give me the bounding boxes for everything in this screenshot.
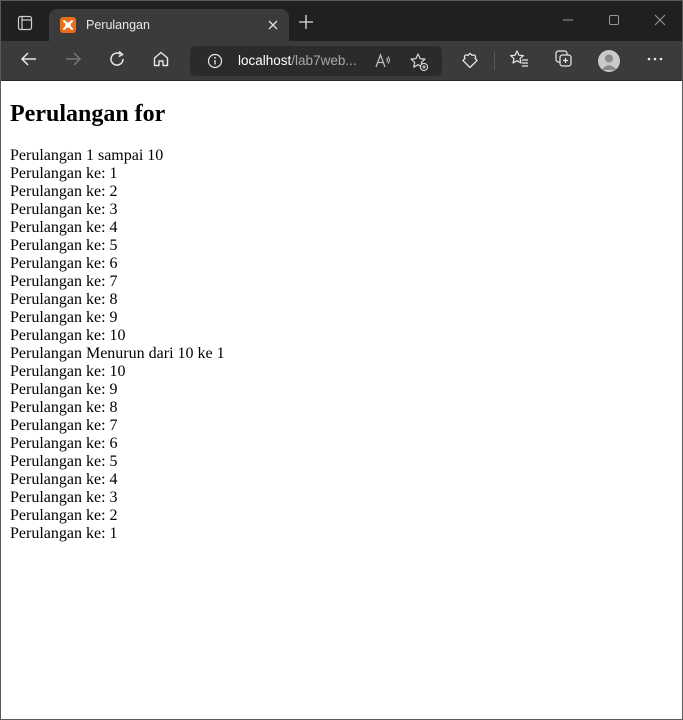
minimize-icon (562, 13, 574, 31)
output-line: Perulangan 1 sampai 10 (10, 147, 164, 164)
profile-button[interactable] (597, 49, 621, 73)
star-add-icon[interactable] (408, 51, 430, 73)
url-host: localhost (238, 53, 292, 68)
refresh-icon (108, 50, 126, 73)
favorites-icon (509, 49, 529, 74)
plus-icon (298, 14, 314, 35)
arrow-left-icon (20, 50, 38, 73)
browser-toolbar: localhost/lab7web... (1, 41, 682, 81)
forward-button[interactable] (61, 49, 85, 73)
url-path: /lab7web... (291, 53, 357, 68)
tab-strip: Perulangan (1, 1, 682, 41)
window-close-button[interactable] (649, 11, 671, 33)
output-line: Perulangan ke: 6 (10, 435, 118, 452)
page-heading: Perulangan for (10, 101, 166, 127)
output-line: Perulangan ke: 5 (10, 237, 118, 254)
minimize-button[interactable] (557, 11, 579, 33)
output-line: Perulangan ke: 4 (10, 219, 118, 236)
maximize-button[interactable] (603, 11, 625, 33)
output-line: Perulangan ke: 7 (10, 417, 118, 434)
output-line: Perulangan ke: 8 (10, 399, 118, 416)
loop-output: Perulangan 1 sampai 10 Perulangan ke: 1 Pe… (10, 147, 225, 543)
output-line: Perulangan ke: 10 (10, 363, 126, 380)
collections-icon (554, 49, 574, 74)
extensions-button[interactable] (458, 49, 482, 73)
back-button[interactable] (17, 49, 41, 73)
output-line: Perulangan ke: 7 (10, 273, 118, 290)
tab-actions-icon (17, 15, 33, 36)
page-content: Perulangan for Perulangan 1 sampai 10 Per… (1, 81, 682, 719)
tab-close-icon[interactable] (265, 17, 281, 33)
settings-menu-button[interactable] (643, 49, 667, 73)
output-line: Perulangan ke: 6 (10, 255, 118, 272)
tab-title: Perulangan (86, 18, 150, 32)
home-icon (152, 50, 170, 73)
collections-button[interactable] (552, 49, 576, 73)
address-bar[interactable]: localhost/lab7web... (190, 46, 442, 76)
favorites-button[interactable] (507, 49, 531, 73)
output-line: Perulangan ke: 10 (10, 327, 126, 344)
output-line: Perulangan ke: 1 (10, 525, 118, 542)
new-tab-button[interactable] (297, 14, 315, 35)
browser-window: Perulangan localhost/lab7web... Perulang… (0, 0, 683, 720)
arrow-right-icon (64, 50, 82, 73)
refresh-button[interactable] (105, 49, 129, 73)
xampp-favicon-icon (60, 17, 76, 33)
output-line: Perulangan ke: 2 (10, 507, 118, 524)
output-line: Perulangan Menurun dari 10 ke 1 (10, 345, 225, 362)
close-icon (654, 13, 666, 31)
output-line: Perulangan ke: 3 (10, 489, 118, 506)
output-line: Perulangan ke: 3 (10, 201, 118, 218)
read-aloud-icon[interactable] (373, 51, 393, 71)
output-line: Perulangan ke: 2 (10, 183, 118, 200)
output-line: Perulangan ke: 1 (10, 165, 118, 182)
maximize-icon (608, 13, 620, 31)
info-icon[interactable] (206, 52, 224, 70)
home-button[interactable] (149, 49, 173, 73)
toolbar-divider (494, 52, 495, 70)
output-line: Perulangan ke: 5 (10, 453, 118, 470)
output-line: Perulangan ke: 4 (10, 471, 118, 488)
output-line: Perulangan ke: 8 (10, 291, 118, 308)
tab-actions-button[interactable] (11, 11, 39, 39)
url-text: localhost/lab7web... (238, 53, 357, 69)
tab-perulangan[interactable]: Perulangan (49, 9, 289, 41)
profile-icon (598, 50, 620, 72)
output-line: Perulangan ke: 9 (10, 381, 118, 398)
more-icon (646, 50, 664, 73)
puzzle-icon (461, 50, 479, 73)
output-line: Perulangan ke: 9 (10, 309, 118, 326)
